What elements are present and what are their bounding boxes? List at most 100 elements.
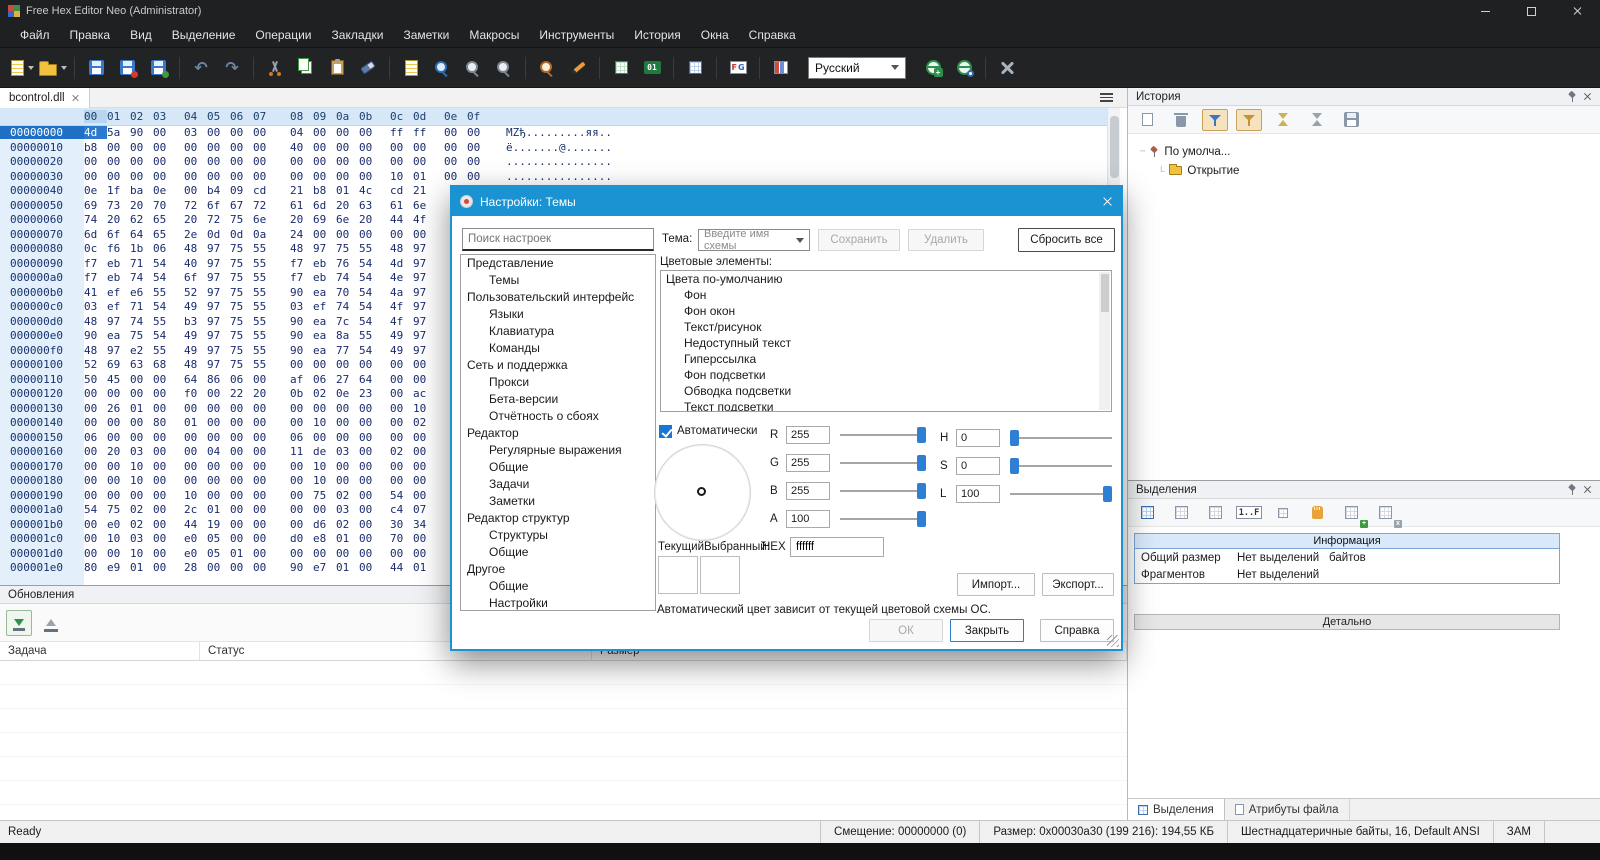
hex-byte[interactable]: 70 — [336, 286, 359, 299]
hex-byte[interactable]: f6 — [107, 242, 130, 255]
hex-byte[interactable]: 00 — [84, 532, 107, 545]
settings-tree-item[interactable]: Прокси — [461, 374, 655, 391]
hex-byte[interactable]: 00 — [336, 460, 359, 473]
hex-byte[interactable]: 00 — [84, 547, 107, 560]
stop-history-button[interactable] — [1304, 109, 1330, 131]
hex-byte[interactable]: 00 — [153, 532, 176, 545]
color-elements-list-wrap[interactable]: Цвета по-умолчаниюФонФон оконТекст/рисун… — [660, 270, 1112, 412]
filter-opened-toggle[interactable] — [1202, 109, 1228, 131]
hex-byte[interactable]: 00 — [230, 445, 253, 458]
hex-byte[interactable]: 20 — [184, 213, 207, 226]
hex-byte[interactable]: 5a — [107, 126, 130, 139]
hex-ascii[interactable]: ё.......@....... — [506, 141, 612, 154]
hex-byte[interactable]: 0e — [153, 184, 176, 197]
color-element-item[interactable]: Фон окон — [661, 303, 1111, 319]
hex-byte[interactable]: f7 — [290, 257, 313, 270]
color-element-item[interactable]: Цвета по-умолчанию — [661, 271, 1111, 287]
hex-byte[interactable]: 05 — [207, 532, 230, 545]
hex-byte[interactable]: 55 — [253, 286, 276, 299]
hex-byte[interactable]: e8 — [313, 532, 336, 545]
hex-byte[interactable]: 02 — [336, 489, 359, 502]
hex-byte[interactable]: 00 — [153, 474, 176, 487]
hex-byte[interactable]: 00 — [253, 489, 276, 502]
hex-byte[interactable]: 62 — [130, 213, 153, 226]
hex-byte[interactable]: 00 — [336, 547, 359, 560]
menu-item-Файл[interactable]: Файл — [10, 24, 60, 46]
hex-byte[interactable]: 00 — [107, 489, 130, 502]
hex-byte[interactable]: 00 — [107, 170, 130, 183]
settings-tree-item[interactable]: Регулярные выражения — [461, 442, 655, 459]
hex-byte[interactable]: cd — [253, 184, 276, 197]
hex-byte[interactable]: 00 — [253, 518, 276, 531]
hex-byte[interactable]: 01 — [207, 503, 230, 516]
hex-byte[interactable]: 00 — [444, 170, 467, 183]
menu-item-Выделение[interactable]: Выделение — [162, 24, 246, 46]
hex-byte[interactable]: 00 — [230, 503, 253, 516]
hex-byte[interactable]: 00 — [390, 431, 413, 444]
hex-byte[interactable]: 00 — [184, 474, 207, 487]
hex-byte[interactable]: ea — [313, 344, 336, 357]
hex-byte[interactable]: 00 — [253, 547, 276, 560]
hex-byte[interactable]: 00 — [207, 460, 230, 473]
hex-byte[interactable]: 00 — [359, 474, 382, 487]
hex-byte[interactable]: 64 — [130, 228, 153, 241]
hex-byte[interactable]: e6 — [130, 286, 153, 299]
hex-byte[interactable]: 71 — [130, 300, 153, 313]
hex-byte[interactable]: 72 — [184, 199, 207, 212]
hex-byte[interactable]: 00 — [359, 561, 382, 574]
hex-byte[interactable]: 70 — [153, 199, 176, 212]
hex-byte[interactable]: 00 — [207, 402, 230, 415]
hex-byte[interactable]: 00 — [467, 170, 490, 183]
color-element-item[interactable]: Недоступный текст — [661, 335, 1111, 351]
hex-byte[interactable]: 0a — [253, 228, 276, 241]
hex-byte[interactable]: 44 — [184, 518, 207, 531]
slider-handle[interactable] — [1010, 430, 1019, 446]
hex-byte[interactable]: 00 — [107, 141, 130, 154]
hex-byte[interactable]: 97 — [413, 344, 436, 357]
hex-byte[interactable]: 20 — [359, 213, 382, 226]
hex-byte[interactable]: 55 — [153, 286, 176, 299]
hex-byte[interactable]: 00 — [336, 358, 359, 371]
hex-byte[interactable]: 20 — [107, 213, 130, 226]
hex-byte[interactable]: e9 — [107, 561, 130, 574]
hex-byte[interactable]: 6d — [84, 228, 107, 241]
hex-byte[interactable]: 64 — [359, 373, 382, 386]
slider-L[interactable] — [1010, 486, 1112, 502]
hex-byte[interactable]: 23 — [359, 387, 382, 400]
hex-byte[interactable]: 00 — [313, 402, 336, 415]
hex-byte[interactable]: 75 — [107, 503, 130, 516]
hex-byte[interactable]: 00 — [84, 155, 107, 168]
hex-byte[interactable]: 07 — [413, 503, 436, 516]
hex-byte[interactable]: 00 — [253, 445, 276, 458]
hex-byte[interactable]: 0d — [230, 228, 253, 241]
hex-byte[interactable]: 97 — [207, 300, 230, 313]
hex-byte[interactable]: 00 — [153, 460, 176, 473]
hex-byte[interactable]: 21 — [290, 184, 313, 197]
hex-byte[interactable]: 97 — [413, 242, 436, 255]
hex-byte[interactable]: d0 — [290, 532, 313, 545]
save-as-button[interactable] — [113, 53, 141, 83]
hex-byte[interactable]: 4c — [359, 184, 382, 197]
hex-byte[interactable]: 00 — [107, 460, 130, 473]
settings-tree-item[interactable]: Общие — [461, 459, 655, 476]
hex-byte[interactable]: 00 — [390, 402, 413, 415]
editor-scrollbar-thumb[interactable] — [1110, 116, 1119, 178]
hex-byte[interactable]: 55 — [153, 344, 176, 357]
dialog-close-icon[interactable] — [1102, 196, 1113, 207]
theme-select[interactable]: Введите имя схемы — [698, 229, 810, 251]
details-bar[interactable]: Детально — [1134, 614, 1560, 630]
hex-byte[interactable]: 06 — [230, 373, 253, 386]
hex-byte[interactable]: 00 — [359, 126, 382, 139]
hex-byte[interactable]: de — [313, 445, 336, 458]
panel-close-icon[interactable] — [1583, 485, 1592, 494]
settings-tree-item[interactable]: Отчётность о сбоях — [461, 408, 655, 425]
hex-byte[interactable]: 34 — [413, 518, 436, 531]
menu-item-Справка[interactable]: Справка — [739, 24, 806, 46]
hex-byte[interactable]: 00 — [413, 547, 436, 560]
auto-checkbox-label[interactable]: Автоматически — [677, 425, 757, 437]
hex-byte[interactable]: 54 — [84, 503, 107, 516]
hex-ascii[interactable]: ................ — [506, 155, 612, 168]
hex-byte[interactable]: 00 — [230, 460, 253, 473]
hex-byte[interactable]: 48 — [290, 242, 313, 255]
hex-byte[interactable]: ff — [413, 126, 436, 139]
